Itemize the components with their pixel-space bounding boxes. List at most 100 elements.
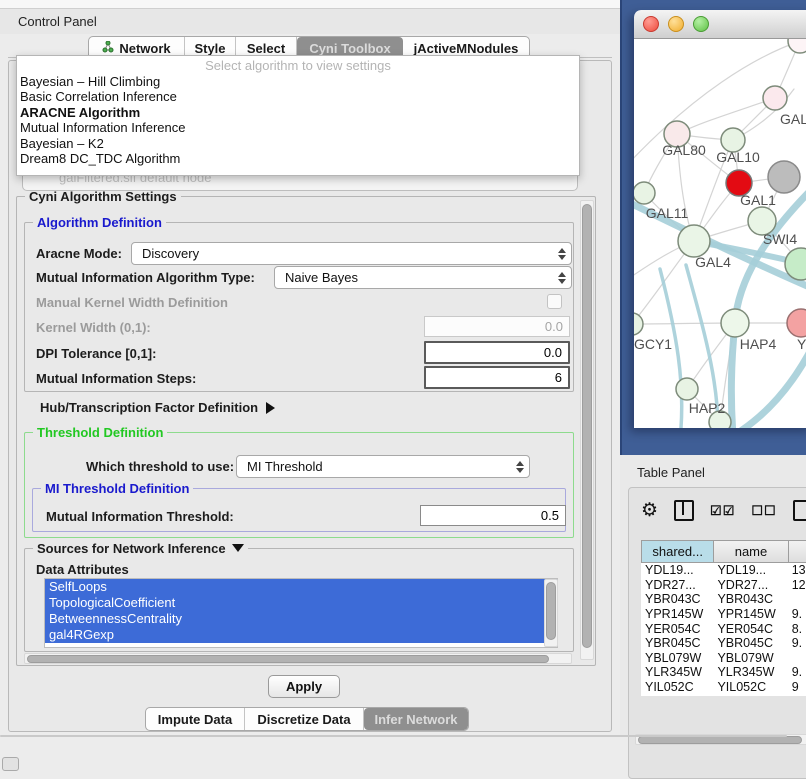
table-cell: YPR145W (713, 607, 787, 621)
top-strip (0, 0, 620, 9)
network-node[interactable] (634, 182, 655, 204)
mi-type-select[interactable]: Naive Bayes (274, 266, 572, 289)
table-row[interactable]: YDR27...YDR27...12 (641, 578, 806, 593)
column-header[interactable] (789, 540, 806, 563)
network-node[interactable] (721, 309, 749, 337)
table-row[interactable]: YPR145WYPR145W9. (641, 607, 806, 622)
aracne-mode-select[interactable]: Discovery (131, 242, 572, 265)
which-threshold-label: Which threshold to use: (86, 459, 234, 474)
attribute-list-item[interactable]: BetweennessCentrality (45, 611, 557, 627)
tab-label: Network (119, 41, 170, 56)
manual-kernel-checkbox[interactable] (547, 294, 562, 309)
dropdown-option[interactable]: Bayesian – Hill Climbing (17, 74, 579, 90)
network-node[interactable] (634, 313, 643, 335)
table-cell: YBR045C (641, 636, 713, 650)
close-traffic-light-icon[interactable] (643, 16, 659, 32)
dropdown-placeholder: Select algorithm to view settings (17, 58, 579, 74)
data-attributes-label: Data Attributes (36, 562, 129, 577)
table-row[interactable]: YBL079WYBL079W (641, 651, 806, 666)
corner-button[interactable] (2, 757, 19, 771)
tab-infer-network[interactable]: Infer Network (364, 708, 468, 730)
dropdown-option[interactable]: Mutual Information Inference (17, 120, 579, 136)
table-cell: YPR145W (641, 607, 713, 621)
settings-hscrollbar[interactable] (24, 653, 572, 664)
node-label: GAL1 (740, 192, 776, 208)
table-cell: 8. (788, 622, 806, 636)
network-node[interactable] (678, 225, 710, 257)
tab-impute-data[interactable]: Impute Data (146, 708, 245, 730)
select-all-columns-icon[interactable]: ☑☑ (710, 503, 735, 519)
hub-definition-toggle[interactable]: Hub/Transcription Factor Definition (40, 400, 275, 415)
table-cell: 9. (788, 607, 806, 621)
mi-threshold-label: Mutual Information Threshold: (46, 509, 234, 524)
table-panel: Table Panel ⚙ ☑☑ ☐☐ shared...name YDL19.… (620, 455, 806, 737)
zoom-traffic-light-icon[interactable] (693, 16, 709, 32)
network-node[interactable] (763, 86, 787, 110)
table-row[interactable]: YLR345WYLR345W9. (641, 665, 806, 680)
export-table-icon[interactable] (793, 500, 806, 521)
table-row[interactable]: YIL052CYIL052C9 (641, 680, 806, 695)
table-row[interactable]: YBR045CYBR045C9. (641, 636, 806, 651)
network-window-titlebar[interactable] (634, 10, 806, 39)
table-cell: 12 (788, 578, 806, 592)
network-node[interactable] (768, 161, 800, 193)
column-header[interactable]: name (714, 540, 788, 563)
stepper-arrows-icon (554, 245, 569, 262)
dropdown-option[interactable]: Bayesian – K2 (17, 136, 579, 152)
network-node[interactable] (676, 378, 698, 400)
settings-gear-icon[interactable]: ⚙ (641, 501, 658, 520)
node-label: GAL10 (716, 149, 760, 165)
dpi-tolerance-field[interactable]: 0.0 (424, 341, 570, 364)
dropdown-option[interactable]: Basic Correlation Inference (17, 89, 579, 105)
kernel-width-label: Kernel Width (0,1): (36, 320, 151, 335)
tab-label: Cyni Toolbox (309, 41, 390, 56)
table-cell: YBR043C (713, 592, 787, 606)
table-cell: YIL052C (641, 680, 713, 694)
table-cell: YLR345W (713, 665, 787, 679)
node-label: GAL11 (646, 205, 689, 221)
mi-steps-field[interactable]: 6 (424, 366, 570, 389)
dropdown-option[interactable]: Dream8 DC_TDC Algorithm (17, 151, 579, 167)
network-edge (677, 98, 775, 134)
mi-threshold-field[interactable]: 0.5 (420, 505, 566, 526)
attribute-list-item[interactable]: SelfLoops (45, 579, 557, 595)
control-panel-titlebar: Control Panel (0, 9, 620, 34)
network-node[interactable] (787, 309, 806, 337)
network-view-window[interactable]: GAL80GAL10GAL1GAL11SWI4GAL4GCY1HAP4HAP2G… (634, 10, 806, 428)
kernel-width-field[interactable]: 0.0 (424, 316, 570, 337)
attribute-list-item[interactable]: TopologicalCoefficient (45, 595, 557, 611)
network-icon (102, 41, 114, 56)
attribute-list-item[interactable]: gal4RGexp (45, 627, 557, 643)
table-cell: YDR27... (713, 578, 787, 592)
algorithm-dropdown-popup: Select algorithm to view settings Bayesi… (16, 55, 580, 176)
dropdown-option[interactable]: ARACNE Algorithm (17, 105, 579, 121)
network-node[interactable] (788, 39, 806, 53)
column-header[interactable]: shared... (641, 540, 714, 563)
apply-button[interactable]: Apply (268, 675, 340, 698)
table-cell: 13 (788, 563, 806, 577)
which-threshold-select[interactable]: MI Threshold (236, 455, 530, 478)
table-row[interactable]: YDL19...YDL19...13 (641, 563, 806, 578)
data-attributes-list[interactable]: SelfLoopsTopologicalCoefficientBetweenne… (44, 578, 558, 648)
table-cell: 9. (788, 665, 806, 679)
sources-group-title[interactable]: Sources for Network Inference (33, 541, 248, 556)
table-cell: YER054C (713, 622, 787, 636)
tab-label: jActiveMNodules (414, 41, 519, 56)
table-row[interactable]: YBR043CYBR043C (641, 592, 806, 607)
hub-definition-label: Hub/Transcription Factor Definition (40, 400, 258, 415)
network-edge (724, 344, 806, 428)
column-layout-icon[interactable] (674, 500, 694, 521)
table-cell: YDR27... (641, 578, 713, 592)
tab-label: Style (194, 41, 225, 56)
expand-arrow-icon (266, 402, 275, 414)
tab-discretize-data[interactable]: Discretize Data (245, 708, 364, 730)
table-row[interactable]: YER054CYER054C8. (641, 621, 806, 636)
settings-scrollbar[interactable] (580, 200, 594, 660)
deselect-all-columns-icon[interactable]: ☐☐ (751, 503, 776, 519)
minimize-traffic-light-icon[interactable] (668, 16, 684, 32)
attributes-scrollbar[interactable] (544, 579, 558, 647)
node-label: HAP2 (689, 400, 726, 416)
panel-title: Control Panel (18, 14, 97, 29)
mi-type-value: Naive Bayes (285, 270, 358, 285)
network-canvas[interactable]: GAL80GAL10GAL1GAL11SWI4GAL4GCY1HAP4HAP2G… (634, 39, 806, 428)
